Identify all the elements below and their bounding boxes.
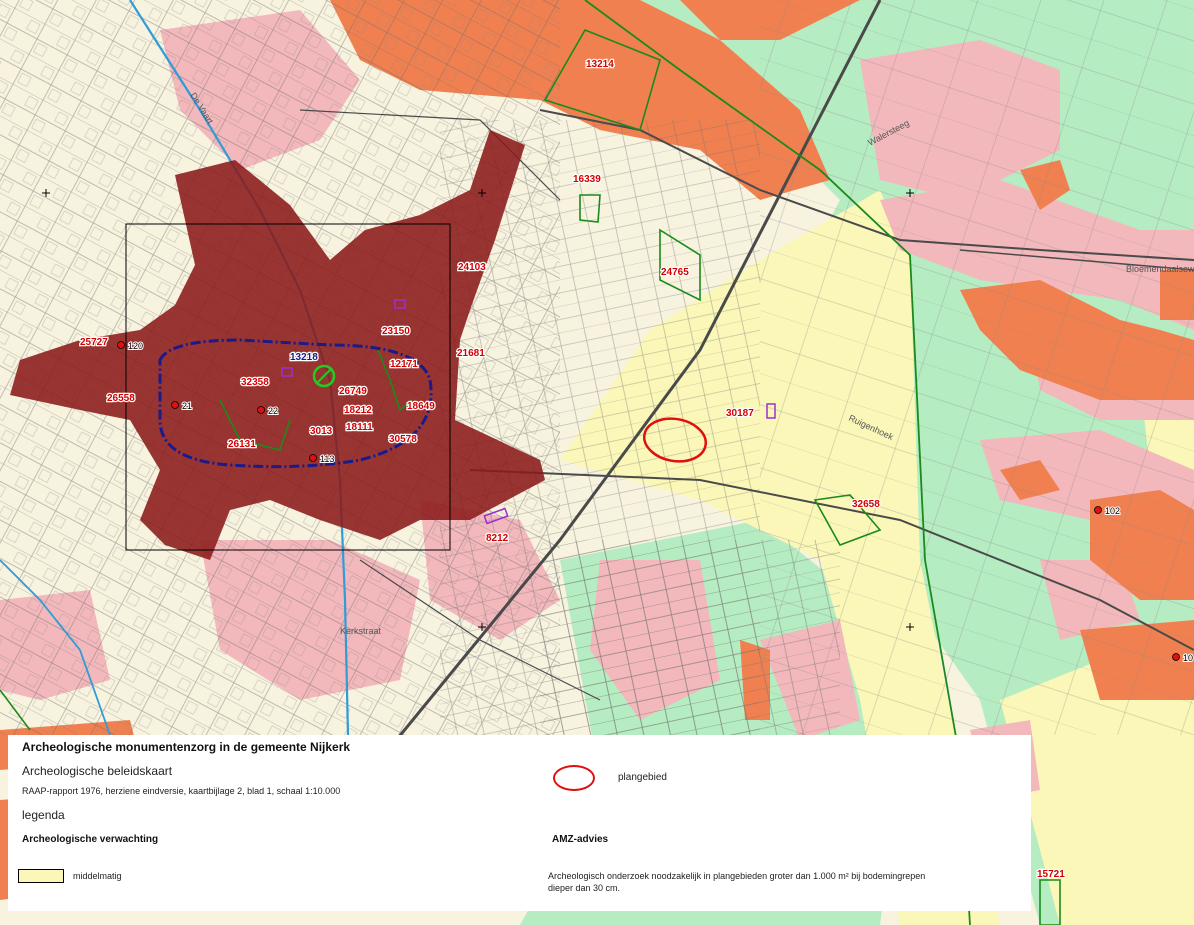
map-legend: Archeologische monumentenzorg in de geme… (8, 735, 1031, 911)
site-label-15721: 15721 (1037, 869, 1065, 880)
legend-heading: legenda (22, 808, 65, 822)
point-label-21: 21 (182, 401, 192, 411)
legend-subtitle: Archeologische beleidskaart (22, 764, 173, 778)
legend-title: Archeologische monumentenzorg in de geme… (22, 740, 351, 754)
site-label-26749: 26749 (339, 386, 367, 397)
site-label-26131: 26131 (228, 439, 256, 450)
site-label-18212: 18212 (344, 405, 372, 416)
point-22 (257, 406, 265, 414)
point-label-102: 102 (1105, 506, 1120, 516)
point-120 (117, 341, 125, 349)
point-label-113: 113 (320, 454, 334, 464)
site-label-13218: 13218 (290, 352, 318, 363)
site-label-30187: 30187 (726, 408, 754, 419)
site-label-26558: 26558 (107, 393, 135, 404)
site-label-12171: 12171 (390, 359, 418, 370)
site-label-30578: 30578 (389, 434, 417, 445)
point-label-120: 120 (128, 341, 143, 351)
point-label-22: 22 (268, 406, 278, 416)
point-102 (1094, 506, 1102, 514)
site-label-25727: 25727 (80, 337, 108, 348)
street-kerkstraat: Kerkstraat (340, 626, 382, 636)
point-113 (309, 454, 317, 462)
site-label-32358: 32358 (241, 377, 269, 388)
legend-advice-text: Archeologisch onderzoek noodzakelijk in … (548, 871, 926, 893)
point-10 (1172, 653, 1180, 661)
street-bloemendaalseweg: Bloemendaalseweg (1126, 264, 1194, 274)
legend-swatch-middle (18, 869, 64, 883)
legend-section-expectation: Archeologische verwachting (22, 834, 159, 845)
legend-plan-area-ellipse (553, 765, 595, 791)
site-label-24765: 24765 (661, 267, 689, 278)
site-label-8212: 8212 (486, 533, 509, 544)
urban-texture-south (540, 540, 840, 735)
site-label-23150: 23150 (382, 326, 410, 337)
site-label-21681: 21681 (457, 348, 485, 359)
legend-source: RAAP-rapport 1976, herziene eindversie, … (22, 786, 341, 796)
site-label-16339: 16339 (573, 174, 601, 185)
site-label-18649: 18649 (407, 401, 435, 412)
legend-section-advice: AMZ-advies (552, 834, 609, 845)
legend-plan-area-label: plangebied (618, 772, 667, 783)
site-label-3013: 3013 (310, 426, 333, 437)
legend-swatch-label: middelmatig (73, 871, 122, 881)
site-label-18111: 18111 (346, 422, 373, 433)
site-label-24103: 24103 (458, 262, 486, 273)
point-21 (171, 401, 179, 409)
site-label-32658: 32658 (852, 499, 880, 510)
point-label-10: 10 (1183, 653, 1193, 663)
site-label-13214: 13214 (586, 59, 614, 70)
